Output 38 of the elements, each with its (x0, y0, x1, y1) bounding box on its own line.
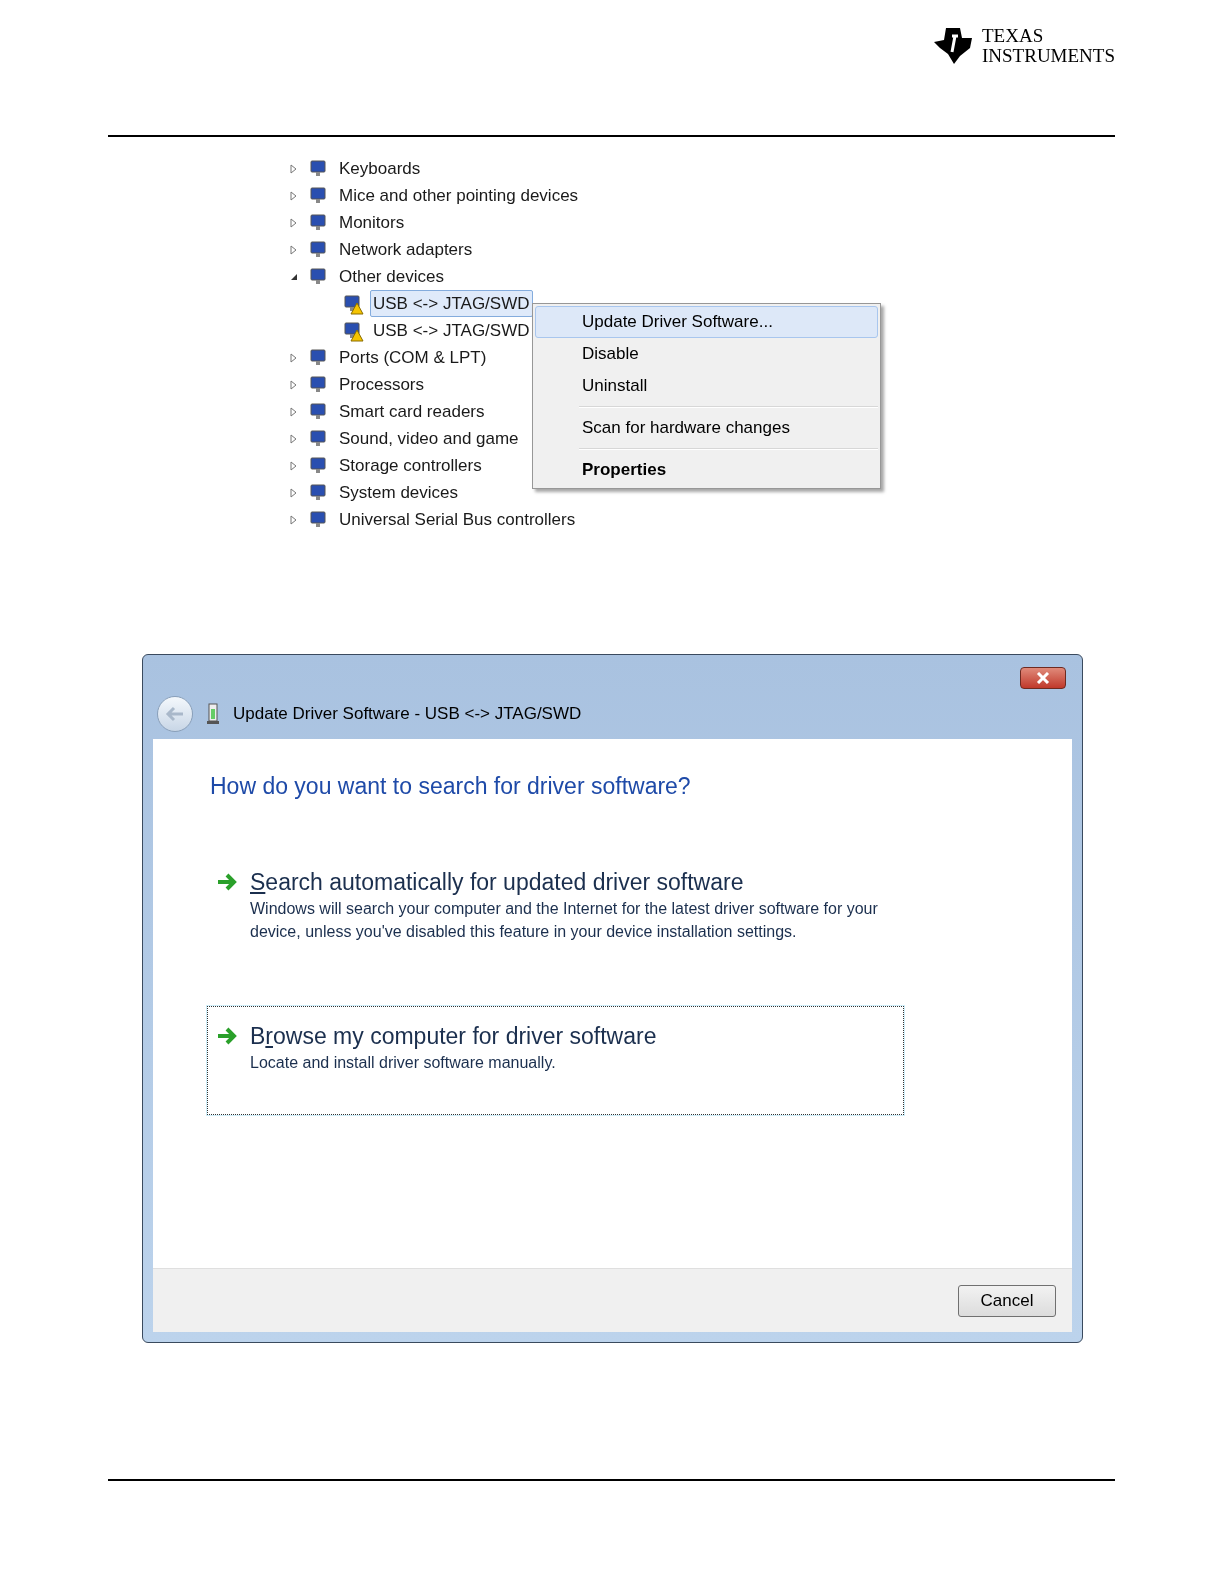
close-icon (1036, 672, 1050, 684)
tree-item[interactable]: Monitors (336, 208, 408, 237)
tree-item[interactable]: Storage controllers (336, 451, 485, 480)
usb-device-icon (207, 703, 219, 725)
tree-item[interactable]: Sound, video and game (336, 424, 522, 453)
warning-device-icon (342, 292, 364, 315)
option-title: Browse my computer for driver software (250, 1021, 658, 1051)
menu-item[interactable]: Disable (535, 338, 878, 370)
tree-item[interactable]: Mice and other pointing devices (336, 181, 582, 210)
tree-item[interactable]: USB <-> JTAG/SWD (370, 289, 533, 318)
tree-item[interactable]: Processors (336, 370, 428, 399)
tree-item[interactable]: Ports (COM & LPT) (336, 343, 490, 372)
back-button[interactable] (157, 696, 193, 732)
warning-device-icon (342, 319, 364, 342)
tree-item[interactable]: System devices (336, 478, 462, 507)
cancel-button[interactable]: Cancel (958, 1284, 1056, 1317)
dialog-heading: How do you want to search for driver software? (210, 772, 692, 801)
option-link[interactable]: Browse my computer for driver software Locate and install driver software manually. (207, 1005, 904, 1115)
option-description: Locate and install driver software manually. (250, 1052, 557, 1073)
tree-item[interactable]: Keyboards (336, 154, 424, 183)
menu-item[interactable]: Uninstall (535, 370, 878, 402)
tree-item[interactable]: Smart card readers (336, 397, 488, 426)
tree-item[interactable]: USB <-> JTAG/SWD (370, 316, 533, 345)
option-description: Windows will search your computer and the Internet for the latest driver software for your device, unless you've disabled this feature in your device installation settings. (250, 898, 879, 942)
option-title: Search automatically for updated driver software (250, 867, 745, 897)
menu-item[interactable]: Update Driver Software... (535, 306, 878, 338)
tree-item[interactable]: Other devices (336, 262, 447, 291)
tree-item[interactable]: Universal Serial Bus controllers (336, 505, 579, 534)
window-title: Update Driver Software - USB <-> JTAG/SWD (233, 703, 582, 726)
menu-item[interactable]: Properties (535, 454, 878, 486)
back-arrow-icon (165, 706, 185, 722)
tree-item[interactable]: Network adapters (336, 235, 476, 264)
logo-text: INSTRUMENTS (982, 46, 1115, 66)
menu-item[interactable]: Scan for hardware changes (535, 412, 878, 444)
arrow-icon (216, 871, 238, 892)
arrow-icon (216, 1025, 238, 1046)
close-button[interactable] (1020, 667, 1066, 689)
logo-text: TEXAS (982, 26, 1045, 46)
